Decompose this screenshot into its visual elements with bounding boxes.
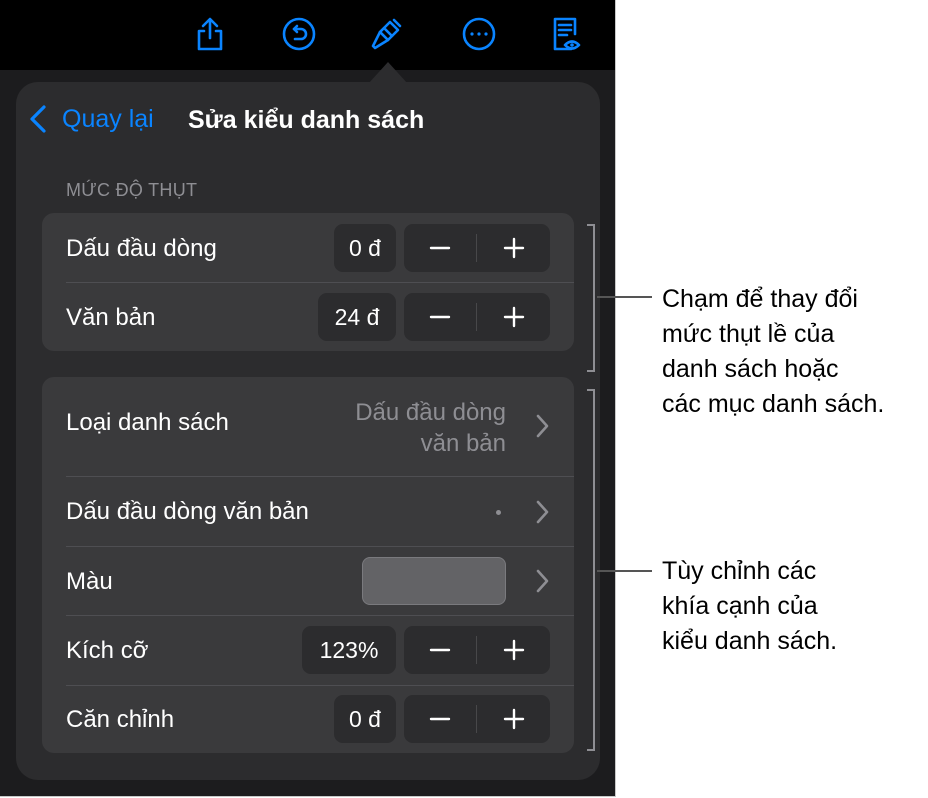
plus-icon bbox=[503, 639, 525, 661]
text-bullet-row[interactable]: Dấu đầu dòng văn bản bbox=[42, 477, 574, 546]
bullet-indent-increase-button[interactable] bbox=[478, 224, 550, 272]
minus-icon bbox=[429, 246, 451, 250]
back-button[interactable]: Quay lại bbox=[28, 104, 154, 134]
size-value[interactable]: 123% bbox=[302, 626, 396, 674]
more-icon[interactable] bbox=[459, 14, 499, 54]
style-callout: Tùy chỉnh các khía cạnh của kiểu danh sá… bbox=[662, 557, 838, 655]
alignment-decrease-button[interactable] bbox=[404, 695, 476, 743]
color-swatch[interactable] bbox=[362, 557, 506, 605]
reading-view-icon[interactable] bbox=[545, 14, 585, 54]
color-label: Màu bbox=[66, 568, 113, 595]
text-bullet-label: Dấu đầu dòng văn bản bbox=[66, 498, 309, 525]
indent-bracket bbox=[587, 224, 595, 372]
undo-icon[interactable] bbox=[279, 14, 319, 54]
indent-callout: Chạm để thay đổi mức thụt lề của danh sá… bbox=[662, 285, 885, 418]
stepper-divider bbox=[476, 705, 477, 733]
list-type-row[interactable]: Loại danh sách Dấu đầu dòng văn bản bbox=[42, 377, 574, 476]
popover-nav-bar: Quay lại Sửa kiểu danh sách bbox=[16, 82, 600, 160]
size-row: Kích cỡ 123% bbox=[42, 616, 574, 685]
chevron-right-icon bbox=[536, 500, 549, 524]
text-indent-decrease-button[interactable] bbox=[404, 293, 476, 341]
paintbrush-icon[interactable] bbox=[366, 14, 406, 54]
bullet-indent-row: Dấu đầu dòng 0 đ bbox=[42, 213, 574, 282]
popover-title: Sửa kiểu danh sách bbox=[188, 106, 425, 134]
plus-icon bbox=[503, 237, 525, 259]
chevron-left-icon bbox=[30, 105, 46, 133]
text-bullet-value bbox=[496, 510, 501, 515]
plus-icon bbox=[503, 708, 525, 730]
ipad-screen: Quay lại Sửa kiểu danh sách MỨC ĐỘ THỤT … bbox=[0, 0, 616, 797]
list-type-label: Loại danh sách bbox=[66, 409, 229, 436]
text-indent-label: Văn bản bbox=[66, 304, 156, 331]
list-type-value-line1: Dấu đầu dòng bbox=[355, 399, 506, 426]
popover-arrow bbox=[368, 62, 408, 84]
chevron-right-icon bbox=[536, 569, 549, 593]
size-label: Kích cỡ bbox=[66, 637, 149, 664]
bullet-indent-value[interactable]: 0 đ bbox=[334, 224, 396, 272]
bullet-indent-label: Dấu đầu dòng bbox=[66, 235, 217, 262]
minus-icon bbox=[429, 315, 451, 319]
list-type-value: Dấu đầu dòng văn bản bbox=[355, 397, 506, 459]
bullet-indent-stepper bbox=[404, 224, 550, 272]
size-stepper bbox=[404, 626, 550, 674]
minus-icon bbox=[429, 717, 451, 721]
edit-list-style-popover: Quay lại Sửa kiểu danh sách MỨC ĐỘ THỤT … bbox=[16, 82, 600, 780]
list-type-value-line2: văn bản bbox=[420, 430, 506, 457]
back-label: Quay lại bbox=[62, 104, 154, 133]
plus-icon bbox=[503, 306, 525, 328]
chevron-right-icon bbox=[536, 414, 549, 438]
text-indent-value[interactable]: 24 đ bbox=[318, 293, 396, 341]
text-indent-increase-button[interactable] bbox=[478, 293, 550, 341]
alignment-value[interactable]: 0 đ bbox=[334, 695, 396, 743]
indent-section-header: MỨC ĐỘ THỤT bbox=[66, 180, 198, 200]
toolbar bbox=[0, 0, 615, 70]
stepper-divider bbox=[476, 234, 477, 262]
size-decrease-button[interactable] bbox=[404, 626, 476, 674]
indent-leader-line bbox=[597, 296, 652, 298]
style-bracket bbox=[587, 389, 595, 751]
bullet-indent-decrease-button[interactable] bbox=[404, 224, 476, 272]
indent-group: Dấu đầu dòng 0 đ Văn bản 24 đ bbox=[42, 213, 574, 351]
alignment-label: Căn chỉnh bbox=[66, 706, 175, 733]
list-style-group: Loại danh sách Dấu đầu dòng văn bản Dấu … bbox=[42, 377, 574, 753]
text-indent-row: Văn bản 24 đ bbox=[42, 283, 574, 351]
color-row[interactable]: Màu bbox=[42, 547, 574, 615]
stepper-divider bbox=[476, 636, 477, 664]
style-leader-line bbox=[597, 570, 652, 572]
minus-icon bbox=[429, 648, 451, 652]
text-indent-stepper bbox=[404, 293, 550, 341]
alignment-stepper bbox=[404, 695, 550, 743]
alignment-row: Căn chỉnh 0 đ bbox=[42, 686, 574, 753]
size-increase-button[interactable] bbox=[478, 626, 550, 674]
share-icon[interactable] bbox=[190, 14, 230, 54]
stepper-divider bbox=[476, 303, 477, 331]
alignment-increase-button[interactable] bbox=[478, 695, 550, 743]
